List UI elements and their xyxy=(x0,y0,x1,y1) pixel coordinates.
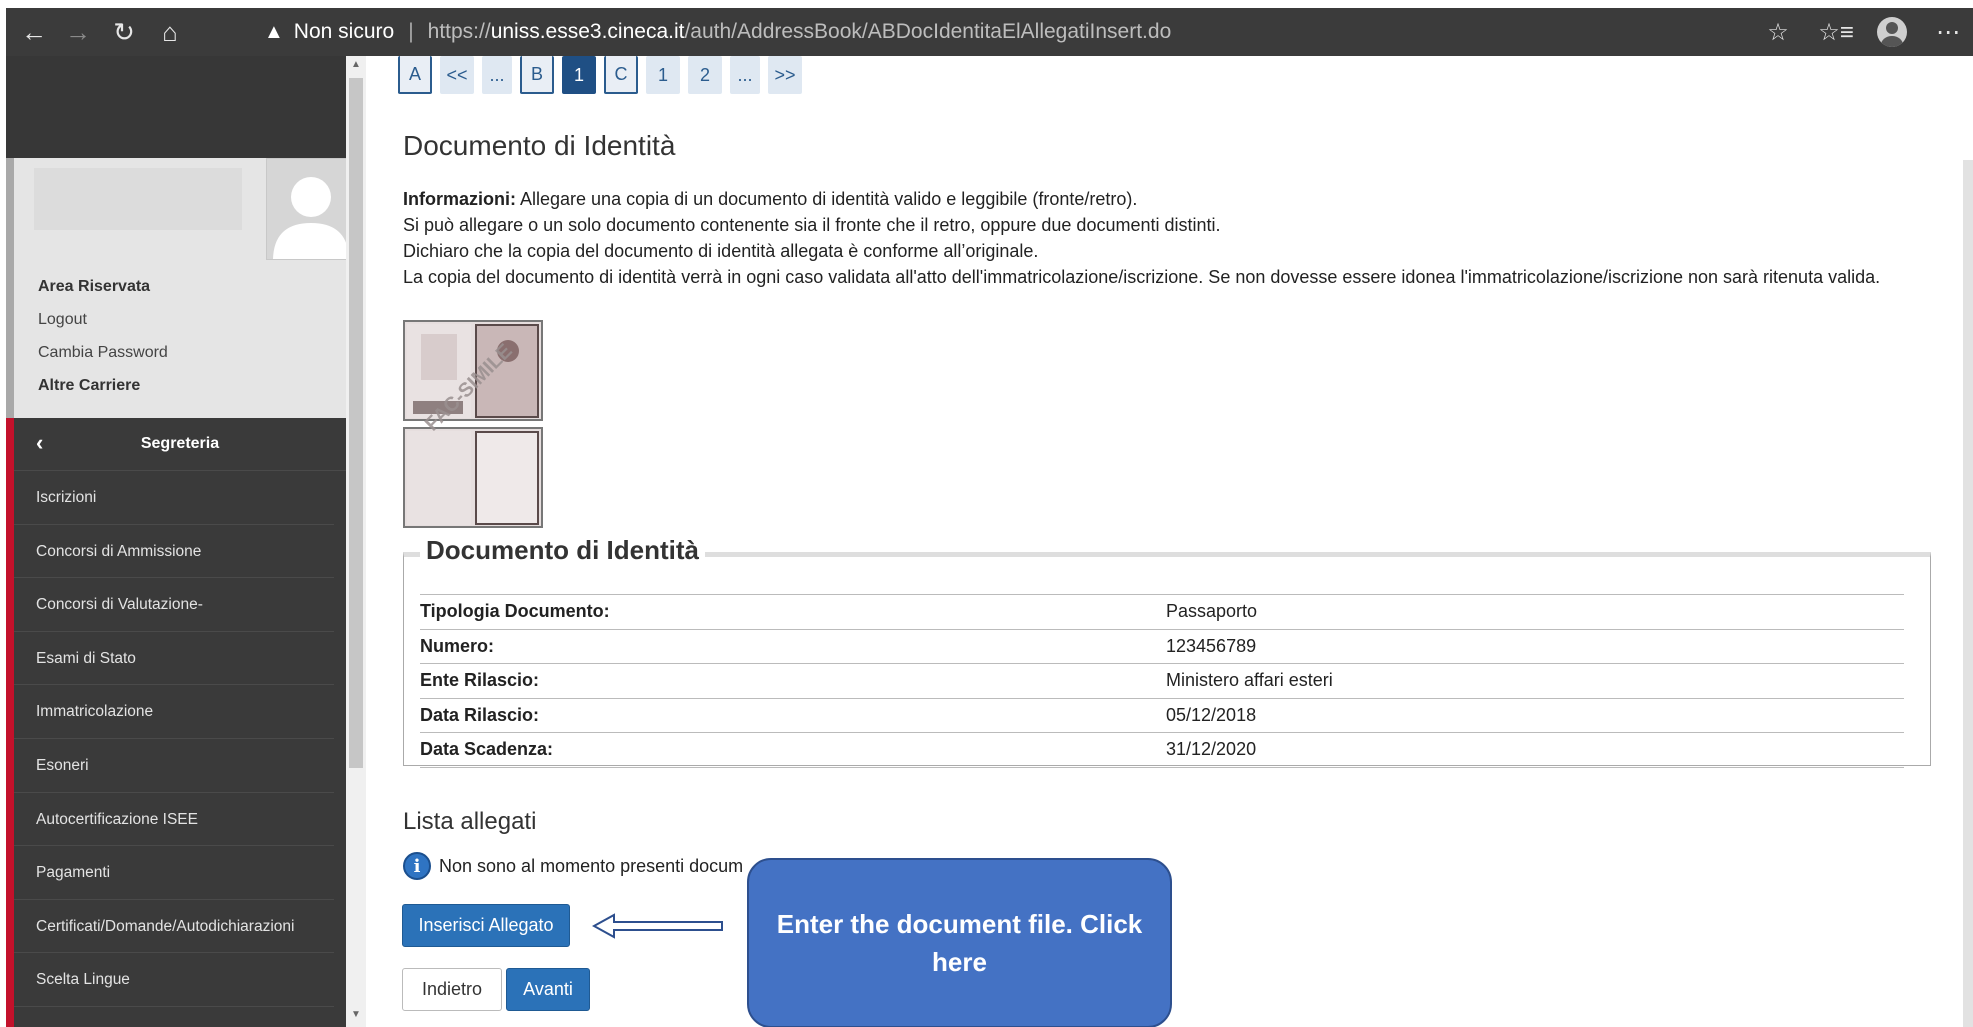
scroll-down-icon[interactable]: ▼ xyxy=(346,1006,366,1024)
pager-step-1[interactable]: 1 xyxy=(646,56,680,94)
sidebar-item-certificati[interactable]: Certificati/Domande/Autodichiarazioni xyxy=(14,900,334,954)
pager-step-a[interactable]: A xyxy=(398,56,432,94)
user-silhouette-icon xyxy=(267,159,353,259)
sidebar-item-esoneri[interactable]: Esoneri xyxy=(14,739,334,793)
pager-next[interactable]: >> xyxy=(768,56,802,94)
url-path: /auth/AddressBook/ABDocIdentitaElAllegat… xyxy=(684,20,1172,43)
instruction-callout: Enter the document file. Click here xyxy=(747,858,1172,1027)
info-line-3: Dichiaro che la copia del documento di i… xyxy=(403,241,1039,261)
url-separator: | xyxy=(408,20,414,43)
sidebar-item-esami-di-stato[interactable]: Esami di Stato xyxy=(14,632,334,686)
document-table: Tipologia Documento: Passaporto Numero: 12… xyxy=(420,594,1904,768)
info-icon: i xyxy=(403,852,431,880)
sidebar-item-iscrizioni[interactable]: Iscrizioni xyxy=(14,471,334,525)
url-host: uniss.esse3.cineca.it xyxy=(490,20,685,43)
sidebar-scrollbar[interactable]: ▲ ▼ xyxy=(346,56,366,1027)
altre-carriere-link[interactable]: Altre Carriere xyxy=(38,369,168,402)
table-row: Ente Rilascio: Ministero affari esteri xyxy=(420,663,1904,699)
fieldset-title: Documento di Identità xyxy=(420,535,705,566)
scroll-thumb[interactable] xyxy=(349,78,363,768)
cambia-password-link[interactable]: Cambia Password xyxy=(38,336,168,369)
insert-attachment-button[interactable]: Inserisci Allegato xyxy=(402,904,570,947)
more-options-icon[interactable]: ⋯ xyxy=(1924,8,1972,56)
security-label: Non sicuro xyxy=(293,20,395,43)
info-label: Informazioni: xyxy=(403,189,516,209)
id-card-sample-image: FAC-SIMILE xyxy=(403,320,543,528)
profile-icon xyxy=(1877,17,1907,47)
menu-title: Segreteria xyxy=(140,435,220,452)
sidebar-item-concorsi-valutazione[interactable]: Concorsi di Valutazione- xyxy=(14,578,334,632)
table-row: Data Scadenza: 31/12/2020 xyxy=(420,732,1904,767)
chevron-left-icon[interactable]: ‹ xyxy=(36,430,43,456)
pager-step-c[interactable]: C xyxy=(604,56,638,94)
favorites-list-icon[interactable]: ☆≡ xyxy=(1812,8,1860,56)
callout-arrow-icon xyxy=(592,913,723,939)
pager-ellipsis[interactable]: ... xyxy=(482,56,512,94)
sidebar: Area Riservata Logout Cambia Password Al… xyxy=(6,56,354,1027)
step-pager: A << ... B 1 C 1 2 ... >> xyxy=(398,56,810,94)
back-arrow-icon[interactable]: ← xyxy=(10,8,58,56)
logout-link[interactable]: Logout xyxy=(38,303,168,336)
menu-header[interactable]: ‹ Segreteria xyxy=(14,418,346,471)
info-text: Informazioni: Allegare una copia di un d… xyxy=(403,186,1933,290)
back-button[interactable]: Indietro xyxy=(402,968,502,1011)
home-icon[interactable]: ⌂ xyxy=(146,8,194,56)
sidebar-item-pagamenti[interactable]: Pagamenti xyxy=(14,846,334,900)
table-row: Data Rilascio: 05/12/2018 xyxy=(420,698,1904,733)
username-box xyxy=(34,168,242,230)
attachments-title: Lista allegati xyxy=(403,808,537,835)
pager-step-b[interactable]: B xyxy=(520,56,554,94)
forward-arrow-icon[interactable]: → xyxy=(54,8,102,56)
table-row: Numero: 123456789 xyxy=(420,629,1904,664)
sidebar-item-autocertificazione-isee[interactable]: Autocertificazione ISEE xyxy=(14,793,334,847)
sidebar-menu: ‹ Segreteria Iscrizioni Concorsi di Ammi… xyxy=(6,418,346,1027)
favorite-star-icon[interactable]: ☆ xyxy=(1754,8,1802,56)
warning-icon: ▲ xyxy=(264,20,284,43)
refresh-icon[interactable]: ↻ xyxy=(100,8,148,56)
area-riservata-label: Area Riservata xyxy=(38,278,151,295)
id-card-back xyxy=(403,427,543,528)
user-area: Area Riservata Logout Cambia Password Al… xyxy=(6,158,354,418)
main-content: Documento di Identità Informazioni: Alle… xyxy=(403,130,1933,290)
document-fieldset: Documento di Identità Tipologia Document… xyxy=(403,535,1931,768)
page-scrollbar[interactable] xyxy=(1963,160,1973,1027)
profile-icon-button[interactable] xyxy=(1868,8,1916,56)
url-protocol: https:// xyxy=(427,20,491,43)
attachments-empty-text: Non sono al momento presenti docum xyxy=(439,855,744,876)
sidebar-item-immatricolazione[interactable]: Immatricolazione xyxy=(14,685,334,739)
sidebar-header xyxy=(6,56,346,158)
next-button[interactable]: Avanti xyxy=(506,968,590,1011)
avatar xyxy=(266,158,354,260)
browser-toolbar: ← → ↻ ⌂ ▲ Non sicuro | https://uniss.ess… xyxy=(6,8,1973,56)
sidebar-item-scelta-lingue[interactable]: Scelta Lingue xyxy=(14,953,334,1007)
info-line-1: Allegare una copia di un documento di id… xyxy=(516,189,1138,209)
info-line-4: La copia del documento di identità verrà… xyxy=(403,267,1881,287)
attachments-empty-message: i Non sono al momento presenti docum xyxy=(403,852,743,880)
pager-step-1-current[interactable]: 1 xyxy=(562,56,596,94)
scroll-up-icon[interactable]: ▲ xyxy=(346,56,366,74)
pager-step-2[interactable]: 2 xyxy=(688,56,722,94)
info-line-2: Si può allegare o un solo documento cont… xyxy=(403,215,1221,235)
pager-prev[interactable]: << xyxy=(440,56,474,94)
sidebar-item-concorsi-ammissione[interactable]: Concorsi di Ammissione xyxy=(14,525,334,579)
table-row: Tipologia Documento: Passaporto xyxy=(420,594,1904,630)
page-title: Documento di Identità xyxy=(403,130,676,161)
address-bar[interactable]: ▲ Non sicuro | https://uniss.esse3.cinec… xyxy=(264,8,1171,56)
pager-ellipsis-2[interactable]: ... xyxy=(730,56,760,94)
